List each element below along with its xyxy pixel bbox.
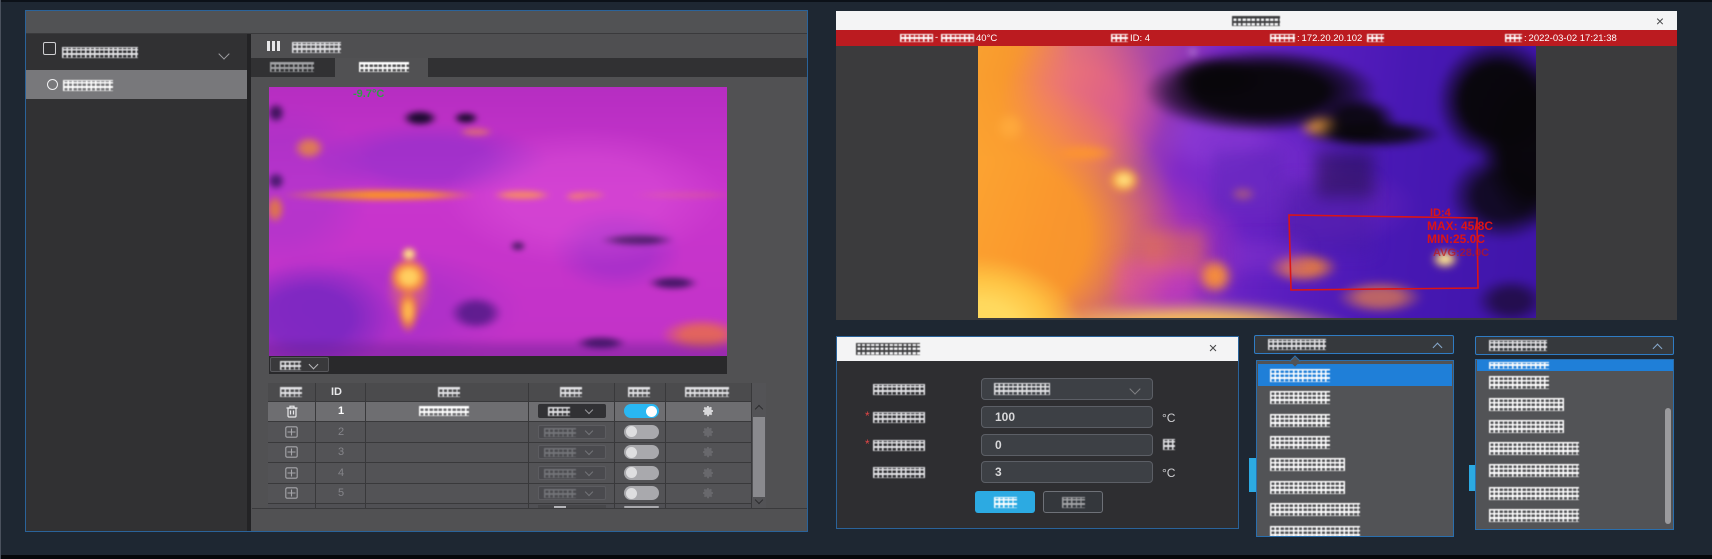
svg-text:ID:4: ID:4 [1430,207,1452,219]
svg-text:AVG:28.0C: AVG:28.0C [1433,247,1489,259]
svg-text:MIN:25.0C: MIN:25.0C [1427,232,1485,246]
svg-text:MAX: 45/8C: MAX: 45/8C [1427,219,1493,233]
